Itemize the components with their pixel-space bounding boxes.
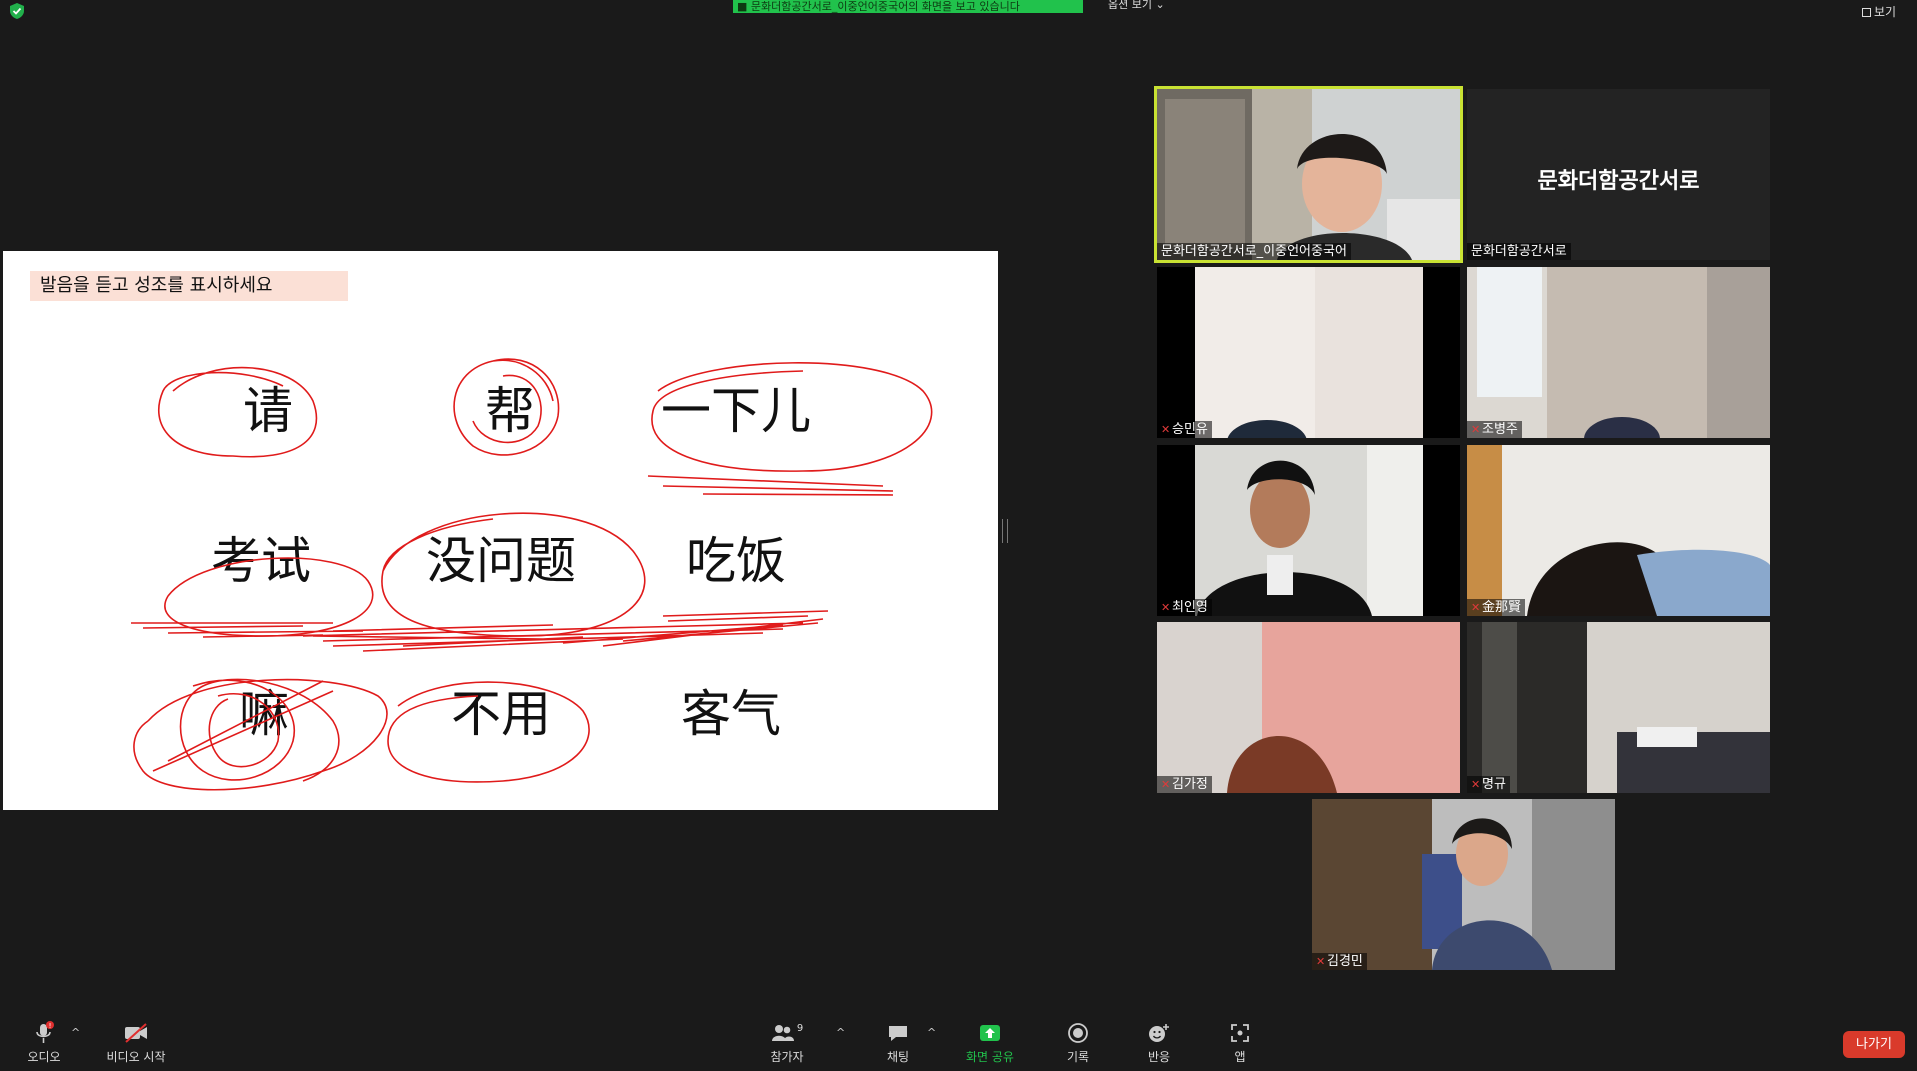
participant-tile[interactable]: ✕ 조병주	[1467, 267, 1770, 438]
participant-video	[1195, 445, 1423, 616]
audio-alert-badge: !	[49, 1022, 52, 1030]
audio-options-caret[interactable]: ^	[71, 1026, 80, 1039]
share-screen-button[interactable]: 화면 공유	[960, 1020, 1020, 1065]
participant-video	[1312, 799, 1615, 970]
participant-tile[interactable]: ✕ 명규	[1467, 622, 1770, 793]
start-video-label: 비디오 시작	[106, 1050, 166, 1064]
participant-name: ✕ 金那賢	[1467, 599, 1526, 616]
pen-annotations	[131, 358, 933, 791]
muted-mic-icon: ✕	[1161, 423, 1171, 436]
participant-video	[1195, 267, 1423, 438]
participant-tile[interactable]: ✕ 김가정	[1157, 622, 1460, 793]
muted-mic-icon: ✕	[1471, 423, 1481, 436]
participant-name: ✕ 명규	[1467, 776, 1510, 793]
chat-button[interactable]: 채팅	[880, 1020, 916, 1065]
participant-video	[1467, 622, 1770, 793]
chat-options-caret[interactable]: ^	[927, 1026, 936, 1039]
chat-label: 채팅	[886, 1050, 910, 1064]
participants-button[interactable]: 9 참가자	[765, 1020, 809, 1065]
muted-mic-icon: ✕	[1316, 955, 1326, 968]
participant-name: ✕ 최인영	[1157, 599, 1212, 616]
annotation-circle	[651, 362, 933, 472]
reactions-label: 반응	[1147, 1050, 1171, 1064]
annotation-circle	[158, 366, 318, 458]
apps-icon	[1231, 1024, 1249, 1042]
audio-button[interactable]: ! 오디오	[22, 1020, 66, 1065]
participant-video	[1157, 89, 1460, 260]
annotation-circle	[381, 512, 646, 637]
muted-mic-icon: ✕	[1161, 601, 1171, 614]
participants-count: 9	[796, 1022, 804, 1034]
participant-tile[interactable]: 문화더함공간서로 문화더함공간서로	[1467, 89, 1770, 260]
annotation-circle	[387, 681, 590, 783]
participant-video	[1467, 267, 1770, 438]
chat-icon	[889, 1026, 907, 1041]
participant-tile[interactable]: ✕ 승민유	[1157, 267, 1460, 438]
record-icon	[1068, 1023, 1088, 1043]
participant-display-name: 문화더함공간서로	[1537, 169, 1700, 194]
video-off-icon	[125, 1023, 147, 1043]
participant-tile[interactable]: ✕ 최인영	[1157, 445, 1460, 616]
participant-video	[1467, 445, 1770, 616]
record-label: 기록	[1066, 1050, 1090, 1064]
participant-tile[interactable]: ✕ 金那賢	[1467, 445, 1770, 616]
annotation-circle	[133, 678, 388, 791]
view-button[interactable]: 보기	[1862, 3, 1896, 20]
share-screen-icon	[980, 1025, 1000, 1041]
apps-label: 앱	[1234, 1050, 1246, 1064]
participants-options-caret[interactable]: ^	[836, 1026, 845, 1039]
annotation-underline	[647, 475, 894, 496]
annotation-circle	[472, 374, 542, 444]
microphone-icon: !	[36, 1021, 54, 1043]
record-button[interactable]: 기록	[1060, 1020, 1096, 1065]
participant-tile[interactable]: ✕ 김경민	[1312, 799, 1615, 970]
participant-name: 문화더함공간서로_이중언어중국어	[1157, 243, 1351, 260]
share-screen-label: 화면 공유	[966, 1050, 1014, 1064]
security-shield-icon[interactable]	[8, 2, 26, 20]
apps-button[interactable]: 앱	[1222, 1020, 1258, 1065]
participant-name: 문화더함공간서로	[1467, 243, 1571, 260]
participant-name: ✕ 김가정	[1157, 776, 1212, 793]
shared-slide: 발음을 듣고 성조를 표시하세요 请 帮 一下儿 考试 没问题 吃饭 嘛 不用 …	[3, 251, 998, 810]
annotation-underline	[662, 610, 829, 622]
participants-label: 참가자	[770, 1050, 804, 1064]
leave-meeting-button[interactable]: 나가기	[1843, 1031, 1905, 1058]
participants-icon	[771, 1025, 794, 1041]
reactions-button[interactable]: 반응	[1141, 1020, 1177, 1065]
participant-tile[interactable]: 문화더함공간서로_이중언어중국어	[1154, 86, 1463, 263]
annotation-circle	[179, 678, 340, 782]
screen-share-banner: ■ 문화더함공간서로_이중언어중국어의 화면을 보고 있습니다	[733, 0, 1083, 13]
start-video-button[interactable]: 비디오 시작	[103, 1020, 169, 1065]
muted-mic-icon: ✕	[1471, 601, 1481, 614]
view-button-label: 보기	[1874, 5, 1897, 19]
muted-mic-icon: ✕	[1471, 778, 1481, 791]
reaction-smiley-icon	[1149, 1024, 1169, 1042]
muted-mic-icon: ✕	[1161, 778, 1171, 791]
panel-resize-handle[interactable]	[1002, 519, 1008, 543]
participant-video	[1157, 622, 1460, 793]
participant-name: ✕ 김경민	[1312, 953, 1367, 970]
audio-label: 오디오	[27, 1050, 61, 1064]
participant-name: ✕ 승민유	[1157, 421, 1212, 438]
annotation-circle	[453, 358, 560, 456]
participant-name: ✕ 조병주	[1467, 421, 1522, 438]
grid-view-icon	[1862, 8, 1871, 17]
view-options-dropdown[interactable]: 옵션 보기 ⌄	[1108, 0, 1165, 12]
annotation-circle	[164, 557, 374, 637]
